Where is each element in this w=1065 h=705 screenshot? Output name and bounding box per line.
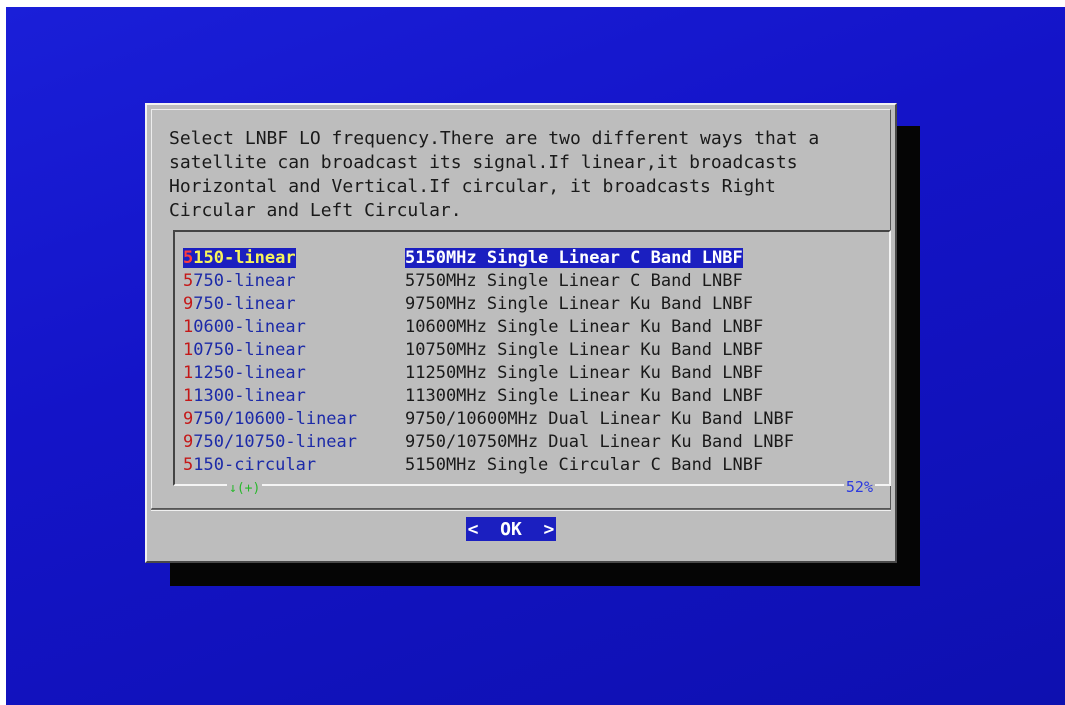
- menu-item-tag: 5150-linear: [183, 247, 405, 268]
- menu-item[interactable]: 10600-linear 10600MHz Single Linear Ku Ba…: [183, 315, 883, 338]
- menu-item[interactable]: 11300-linear 11300MHz Single Linear Ku Ba…: [183, 384, 883, 407]
- menu-item-description: 5150MHz Single Linear C Band LNBF: [405, 247, 743, 268]
- menu-item-hotkey: 1: [183, 316, 194, 337]
- menu-item-tag: 11300-linear: [183, 386, 405, 406]
- ok-button[interactable]: < OK >: [466, 517, 556, 541]
- menu-item-description: 10750MHz Single Linear Ku Band LNBF: [405, 339, 764, 360]
- dialog-prompt: Select LNBF LO frequency.There are two d…: [169, 128, 820, 221]
- menu-item[interactable]: 11250-linear 11250MHz Single Linear Ku Ba…: [183, 361, 883, 384]
- menu-item-hotkey: 5: [183, 454, 194, 475]
- menu-item-tag: 10600-linear: [183, 317, 405, 337]
- menu-item-tag: 9750/10600-linear: [183, 409, 405, 429]
- menu-item[interactable]: 9750/10600-linear 9750/10600MHz Dual Line…: [183, 407, 883, 430]
- menu-item-tag-text: 1250-linear: [193, 362, 306, 383]
- menu-item-tag-text: 150-circular: [193, 454, 317, 475]
- menu-list-box: 5150-linear 5150MHz Single Linear C Band …: [173, 230, 891, 496]
- menu-item-hotkey: 1: [183, 385, 194, 406]
- scroll-percent: 52%: [843, 478, 875, 496]
- menu-item-tag: 9750-linear: [183, 294, 405, 314]
- button-separator: [151, 509, 891, 511]
- menu-item-tag-text: 750/10750-linear: [193, 431, 358, 452]
- menu-item-description: 11300MHz Single Linear Ku Band LNBF: [405, 385, 764, 406]
- menu-item-hotkey: 5: [183, 270, 194, 291]
- menu-item[interactable]: 10750-linear 10750MHz Single Linear Ku Ba…: [183, 338, 883, 361]
- menu-item[interactable]: 9750-linear 9750MHz Single Linear Ku Band…: [183, 292, 883, 315]
- menu-item-tag: 5750-linear: [183, 271, 405, 291]
- menu-item-tag-text: 750-linear: [193, 270, 296, 291]
- menu-item-tag-text: 1300-linear: [193, 385, 306, 406]
- menu-item-description: 11250MHz Single Linear Ku Band LNBF: [405, 362, 764, 383]
- menu-item-description: 9750MHz Single Linear Ku Band LNBF: [405, 293, 753, 314]
- menu-item-description: 10600MHz Single Linear Ku Band LNBF: [405, 316, 764, 337]
- menu-item-description: 9750/10600MHz Dual Linear Ku Band LNBF: [405, 408, 794, 429]
- menu-item-hotkey: 1: [183, 339, 194, 360]
- menu-item-tag: 9750/10750-linear: [183, 432, 405, 452]
- menu-item[interactable]: 5750-linear 5750MHz Single Linear C Band …: [183, 269, 883, 292]
- menu-item-tag-text: 150-linear: [193, 247, 296, 268]
- menu-item-hotkey: 9: [183, 408, 194, 429]
- menu-item-hotkey: 1: [183, 362, 194, 383]
- lnbf-dialog: Select LNBF LO frequency.There are two d…: [145, 103, 897, 563]
- scroll-more-indicator: ↓(+): [227, 481, 263, 496]
- menu-item[interactable]: 9750/10750-linear 9750/10750MHz Dual Line…: [183, 430, 883, 453]
- menu-item-hotkey: 9: [183, 431, 194, 452]
- menu-item[interactable]: 5150-linear 5150MHz Single Linear C Band …: [183, 246, 883, 269]
- menu-item-description: 5750MHz Single Linear C Band LNBF: [405, 270, 743, 291]
- menu-item-description: 5150MHz Single Circular C Band LNBF: [405, 454, 764, 475]
- menu-item[interactable]: 5150-circular 5150MHz Single Circular C B…: [183, 453, 883, 476]
- menu-item-tag-text: 0750-linear: [193, 339, 306, 360]
- menu-item-hotkey: 9: [183, 293, 194, 314]
- frequency-menu: 5150-linear 5150MHz Single Linear C Band …: [183, 246, 883, 476]
- menu-item-hotkey: 5: [183, 247, 194, 268]
- menu-item-tag-text: 0600-linear: [193, 316, 306, 337]
- menu-item-tag: 5150-circular: [183, 455, 405, 475]
- menu-item-tag: 10750-linear: [183, 340, 405, 360]
- menu-item-description: 9750/10750MHz Dual Linear Ku Band LNBF: [405, 431, 794, 452]
- menu-item-tag-text: 750/10600-linear: [193, 408, 358, 429]
- menu-item-tag: 11250-linear: [183, 363, 405, 383]
- menu-item-tag-text: 750-linear: [193, 293, 296, 314]
